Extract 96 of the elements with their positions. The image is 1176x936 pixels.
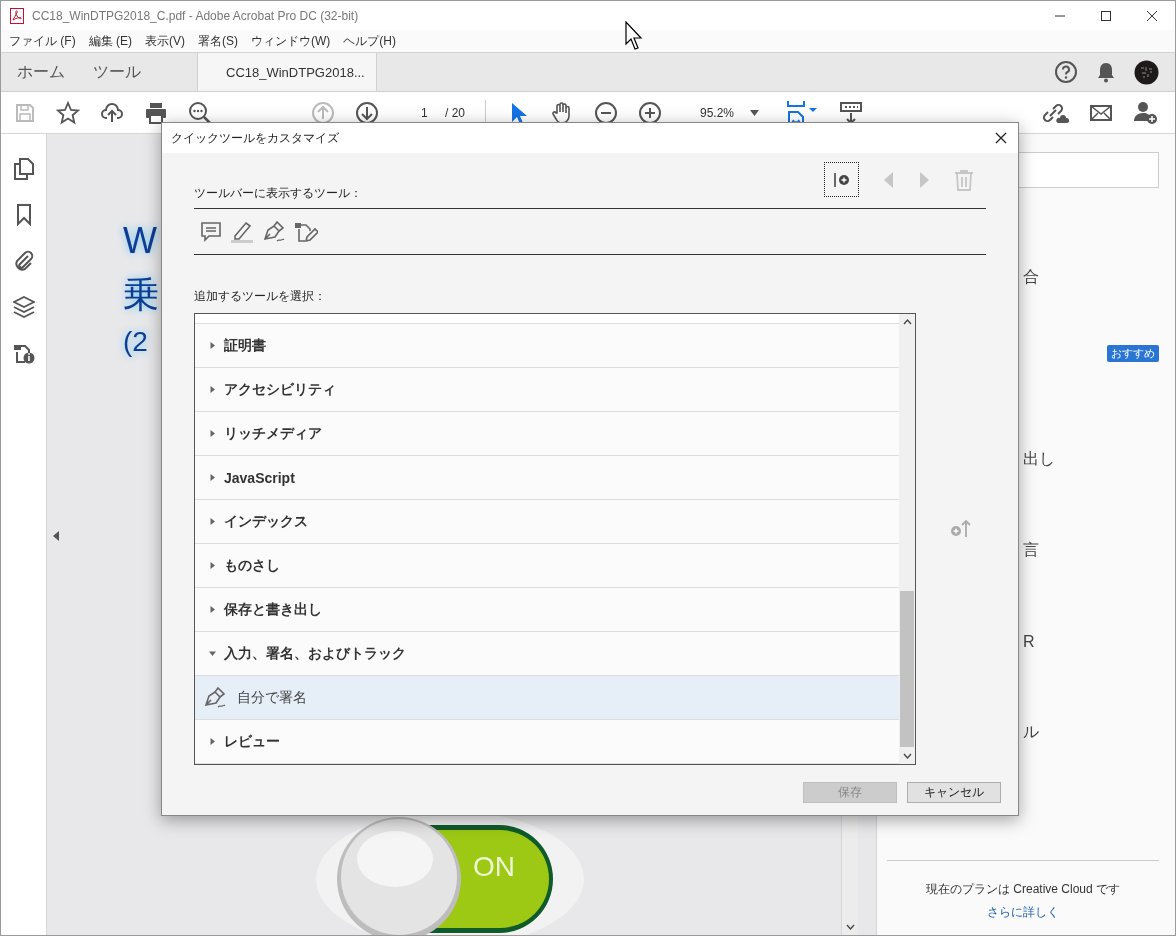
category-row[interactable]: 入力、署名、およびトラック <box>195 632 899 676</box>
tab-label: CC18_WinDTPG2018... <box>226 64 365 80</box>
pdf-icon <box>10 7 24 24</box>
category-row[interactable]: インデックス <box>195 500 899 544</box>
category-label: レビュー <box>224 732 280 751</box>
category-row[interactable]: 保存と書き出し <box>195 588 899 632</box>
cancel-button[interactable]: キャンセル <box>907 782 1001 803</box>
tab[interactable]: ツール <box>77 53 157 91</box>
bookmark-icon[interactable] <box>15 204 32 226</box>
cloud-upload-icon[interactable] <box>100 100 124 125</box>
expand-triangle-icon[interactable] <box>209 342 216 349</box>
collapse-arrow-icon[interactable] <box>53 531 59 541</box>
switch-label: ON <box>473 851 515 883</box>
category-row[interactable]: 証明書 <box>195 324 899 368</box>
tool-label[interactable]: 合 <box>1023 267 1039 288</box>
close-icon[interactable] <box>1146 9 1158 22</box>
tool-label[interactable]: 出し <box>1023 449 1055 470</box>
category-row[interactable]: JavaScript <box>195 456 899 500</box>
menu-item[interactable]: 署名(S) <box>198 32 238 50</box>
highlighter-icon[interactable] <box>230 220 254 243</box>
tool-row[interactable]: 自分で署名 <box>195 676 899 720</box>
category-label: ものさし <box>224 556 280 575</box>
expand-triangle-icon[interactable] <box>209 518 216 525</box>
zoom-out-icon[interactable] <box>594 100 618 125</box>
toolbar-tools-label: ツールバーに表示するツール： <box>194 185 362 202</box>
star-icon[interactable] <box>56 100 80 125</box>
bell-icon[interactable] <box>1096 61 1116 83</box>
scroll-down-icon[interactable] <box>902 753 912 759</box>
tab[interactable]: ホーム <box>1 53 77 91</box>
dialog-title: クイックツールをカスタマイズ <box>171 129 339 147</box>
menu-item[interactable]: 表示(V) <box>145 32 185 50</box>
category-label: JavaScript <box>224 469 295 486</box>
help-icon[interactable] <box>1054 60 1078 84</box>
category-label: リッチメディア <box>224 424 322 443</box>
page-total: / 20 <box>445 105 465 120</box>
menu-item[interactable]: ファイル (F) <box>9 32 76 50</box>
paperclip-icon[interactable] <box>13 250 34 272</box>
scrollbar-thumb[interactable] <box>900 591 914 747</box>
pages-icon[interactable] <box>13 158 34 180</box>
expand-triangle-icon[interactable] <box>209 738 216 745</box>
document-heading: 乗 <box>123 273 159 317</box>
menu-item[interactable]: 編集 (E) <box>88 32 132 50</box>
menu-item[interactable]: ウィンドウ(W) <box>251 32 331 50</box>
next-page-icon[interactable] <box>355 100 379 125</box>
tab[interactable]: CC18_WinDTPG2018... <box>197 53 377 91</box>
select-tools-label: 追加するツールを選択： <box>194 288 327 305</box>
add-icon <box>832 170 851 189</box>
category-row[interactable]: レビュー <box>195 720 899 764</box>
tab-label: ツール <box>93 61 141 82</box>
category-row[interactable]: アクセシビリティ <box>195 368 899 412</box>
category-row[interactable]: ものさし <box>195 544 899 588</box>
edit-document-icon[interactable] <box>294 220 318 243</box>
recommended-badge: おすすめ <box>1107 345 1159 362</box>
category-label: 証明書 <box>224 336 266 355</box>
tool-label[interactable]: R <box>1023 632 1035 651</box>
window-title: CC18_WinDTPG2018_C.pdf - Adobe Acrobat Pro DC (32-bit) <box>32 8 359 23</box>
avatar-icon[interactable] <box>1134 59 1159 85</box>
plan-text: 現在のプランは Creative Cloud です <box>925 881 1120 898</box>
category-row[interactable]: リッチメディア <box>195 412 899 456</box>
add-user-icon[interactable] <box>1133 100 1159 125</box>
caret-icon[interactable] <box>750 109 760 116</box>
document-info-icon[interactable] <box>12 342 35 364</box>
category-label: インデックス <box>224 512 308 531</box>
category-label: 保存と書き出し <box>224 600 322 619</box>
close-icon[interactable] <box>995 132 1007 144</box>
page-number-field[interactable]: 1 <box>421 105 435 120</box>
document-heading: (2 <box>123 325 148 359</box>
print-icon[interactable] <box>144 100 168 125</box>
layers-icon[interactable] <box>12 296 35 318</box>
search-icon[interactable] <box>188 100 212 125</box>
expand-triangle-icon[interactable] <box>209 430 216 437</box>
collapse-triangle-icon[interactable] <box>209 650 216 657</box>
learn-more-link[interactable]: さらに詳しく <box>987 904 1059 921</box>
previous-page-icon[interactable] <box>311 100 335 125</box>
tool-label[interactable]: 言 <box>1023 540 1039 561</box>
tool-label[interactable]: ル <box>1023 722 1039 743</box>
expand-triangle-icon[interactable] <box>209 386 216 393</box>
expand-triangle-icon[interactable] <box>209 474 216 481</box>
sign-pen-icon[interactable] <box>262 220 286 243</box>
keyboard-icon[interactable] <box>839 100 864 125</box>
zoom-field[interactable]: 95.2% <box>700 105 735 120</box>
scroll-down-icon[interactable] <box>845 924 855 930</box>
comment-icon[interactable] <box>200 220 222 243</box>
maximize-icon[interactable] <box>1100 9 1112 22</box>
zoom-in-icon[interactable] <box>638 100 662 125</box>
expand-triangle-icon[interactable] <box>209 606 216 613</box>
tab-label: ホーム <box>17 61 65 82</box>
menu-item[interactable]: ヘルプ(H) <box>343 32 396 50</box>
scroll-up-icon[interactable] <box>902 319 912 325</box>
tool-label: 自分で署名 <box>237 688 307 707</box>
category-label: アクセシビリティ <box>224 380 336 399</box>
sign-pen-icon <box>203 686 227 709</box>
add-to-toolbar-button[interactable] <box>824 162 859 197</box>
expand-triangle-icon[interactable] <box>209 562 216 569</box>
category-label: 入力、署名、およびトラック <box>224 644 406 663</box>
document-heading: W <box>123 219 157 263</box>
